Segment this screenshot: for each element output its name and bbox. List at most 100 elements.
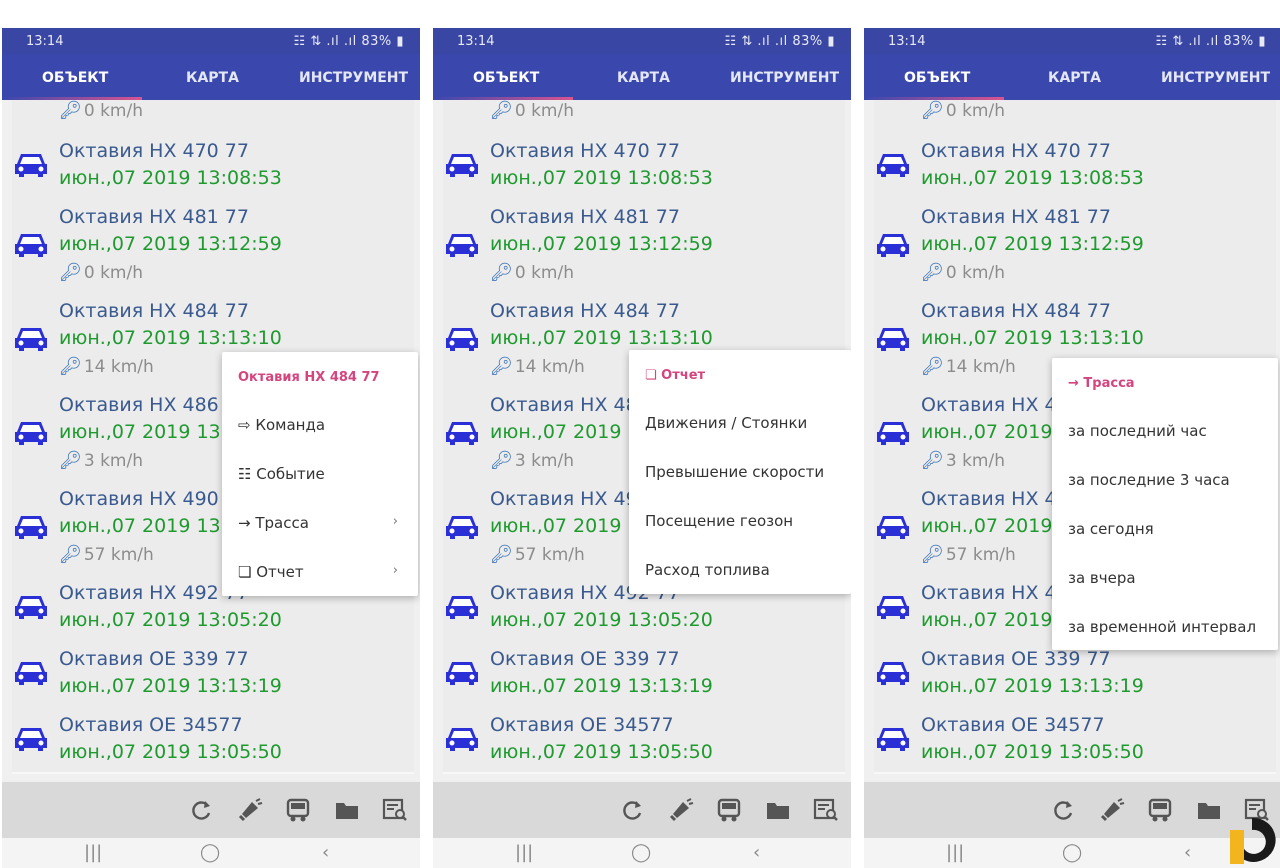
list-item[interactable]: 🔑︎ 0 km/h [874, 100, 1276, 134]
tab-tools[interactable]: ИНСТРУМЕНТ [1161, 70, 1270, 86]
menu-item-last-hour[interactable]: за последний час [1068, 422, 1207, 440]
folder-icon[interactable] [334, 798, 360, 822]
car-icon [446, 154, 478, 177]
list-item[interactable]: Октавия ОЕ 34577 июн.,07 2019 13:05:50 [874, 706, 1276, 774]
key-icon: 🔑︎ [490, 544, 513, 565]
menu-item-report[interactable]: ❏ Отчет [238, 563, 304, 581]
phone-screen-3: 13:14 ☷ ⇅ .ıl .ıl 83% ▮ ОБЪЕКТ КАРТА ИНС… [864, 28, 1280, 868]
tab-object[interactable]: ОБЪЕКТ [904, 70, 970, 86]
context-menu: Октавия НХ 484 77 ⇨ Команда ☷ Событие → … [222, 352, 418, 596]
list-item[interactable]: Октавия НХ 481 77 июн.,07 2019 13:12:59 … [443, 198, 845, 294]
list-item[interactable]: Октавия НХ 481 77 июн.,07 2019 13:12:59 … [874, 198, 1276, 294]
menu-item-command[interactable]: ⇨ Команда [238, 416, 325, 434]
home-button[interactable]: ◯ [631, 842, 651, 863]
home-button[interactable]: ◯ [1062, 842, 1082, 863]
vehicle-name: Октавия ОЕ 339 77 [59, 648, 249, 670]
key-icon: 🔑︎ [921, 262, 944, 283]
car-icon [15, 662, 47, 685]
vehicle-speed: 🔑︎ 57 km/h [59, 544, 154, 565]
refresh-icon[interactable] [188, 798, 214, 822]
back-button[interactable]: ‹ [1184, 842, 1191, 863]
refresh-icon[interactable] [1050, 798, 1076, 822]
list-item[interactable]: Октавия ОЕ 339 77 июн.,07 2019 13:13:19 [443, 640, 845, 708]
vehicle-icon[interactable] [285, 798, 311, 822]
list-item[interactable]: 🔑︎ 0 km/h [443, 100, 845, 134]
tab-bar: ОБЪЕКТ КАРТА ИНСТРУМЕНТ [2, 54, 420, 100]
folder-icon[interactable] [1196, 798, 1222, 822]
vehicle-timestamp: июн.,07 2019 13:13:19 [490, 675, 713, 697]
menu-item-movements-stops[interactable]: Движения / Стоянки [645, 414, 807, 432]
alarm-icon[interactable] [237, 798, 263, 822]
tab-map[interactable]: КАРТА [1048, 70, 1101, 86]
vehicle-speed: 🔑︎ 14 km/h [921, 356, 1016, 377]
key-icon: 🔑︎ [490, 262, 513, 283]
vehicle-timestamp: июн.,07 2019 13:05:50 [59, 741, 282, 763]
vehicle-icon[interactable] [716, 798, 742, 822]
menu-item-event[interactable]: ☷ Событие [238, 465, 325, 483]
back-button[interactable]: ‹ [753, 842, 760, 863]
menu-title: Октавия НХ 484 77 [238, 370, 380, 385]
system-nav-bar: ||| ◯ ‹ [2, 838, 420, 868]
list-item[interactable]: Октавия НХ 470 77 июн.,07 2019 13:08:53 [874, 132, 1276, 200]
list-item[interactable]: Октавия ОЕ 339 77 июн.,07 2019 13:13:19 [12, 640, 414, 708]
status-bar: 13:14 ☷ ⇅ .ıl .ıl 83% ▮ [2, 28, 420, 54]
bottom-toolbar [864, 782, 1280, 838]
car-icon [877, 662, 909, 685]
list-item[interactable]: Октавия НХ 470 77 июн.,07 2019 13:08:53 [12, 132, 414, 200]
tab-tools[interactable]: ИНСТРУМЕНТ [730, 70, 839, 86]
menu-item-fuel-consumption[interactable]: Расход топлива [645, 561, 770, 579]
list-item[interactable]: Октавия ОЕ 34577 июн.,07 2019 13:05:50 [12, 706, 414, 774]
list-item[interactable]: Октавия ОЕ 339 77 июн.,07 2019 13:13:19 [874, 640, 1276, 708]
list-item[interactable]: Октавия НХ 481 77 июн.,07 2019 13:12:59 … [12, 198, 414, 294]
alarm-icon[interactable] [668, 798, 694, 822]
report-search-icon[interactable] [382, 798, 408, 822]
tab-tools[interactable]: ИНСТРУМЕНТ [299, 70, 408, 86]
menu-item-track[interactable]: → Трасса [238, 514, 309, 532]
vehicle-speed: 🔑︎ 3 km/h [59, 450, 143, 471]
vehicle-speed: 🔑︎ 14 km/h [59, 356, 154, 377]
menu-item-last-3-hours[interactable]: за последние 3 часа [1068, 471, 1230, 489]
key-icon: 🔑︎ [921, 450, 944, 471]
menu-item-yesterday[interactable]: за вчера [1068, 569, 1136, 587]
recent-apps-button[interactable]: ||| [84, 842, 102, 863]
car-icon [15, 234, 47, 257]
system-nav-bar: ||| ◯ ‹ [433, 838, 851, 868]
list-item[interactable]: Октавия ОЕ 34577 июн.,07 2019 13:05:50 [443, 706, 845, 774]
refresh-icon[interactable] [619, 798, 645, 822]
home-button[interactable]: ◯ [200, 842, 220, 863]
vehicle-timestamp: июн.,07 2019 13:13:10 [921, 327, 1144, 349]
folder-icon[interactable] [765, 798, 791, 822]
vehicle-speed: 🔑︎ 3 km/h [490, 450, 574, 471]
tab-bar: ОБЪЕКТ КАРТА ИНСТРУМЕНТ [864, 54, 1280, 100]
menu-item-geofence-visits[interactable]: Посещение геозон [645, 512, 793, 530]
vehicle-name: Октавия НХ 484 77 [490, 300, 680, 322]
car-icon [446, 234, 478, 257]
tab-map[interactable]: КАРТА [186, 70, 239, 86]
recent-apps-button[interactable]: ||| [515, 842, 533, 863]
status-icons: ☷ ⇅ .ıl .ıl 83% ▮ [1155, 34, 1266, 49]
car-icon [877, 516, 909, 539]
vehicle-name: Октавия ОЕ 339 77 [921, 648, 1111, 670]
back-button[interactable]: ‹ [322, 842, 329, 863]
menu-item-speeding[interactable]: Превышение скорости [645, 463, 824, 481]
vehicle-speed: 🔑︎ 57 km/h [921, 544, 1016, 565]
vehicle-name: Октавия НХ 492 77 [59, 582, 249, 604]
menu-item-today[interactable]: за сегодня [1068, 520, 1154, 538]
vehicle-icon[interactable] [1147, 798, 1173, 822]
recent-apps-button[interactable]: ||| [946, 842, 964, 863]
alarm-icon[interactable] [1099, 798, 1125, 822]
tab-object[interactable]: ОБЪЕКТ [42, 70, 108, 86]
car-icon [877, 234, 909, 257]
list-item[interactable]: Октавия НХ 470 77 июн.,07 2019 13:08:53 [443, 132, 845, 200]
vehicle-timestamp: июн.,07 2019 13:13:10 [59, 327, 282, 349]
car-icon [15, 728, 47, 751]
vehicle-speed: 🔑︎ 0 km/h [921, 262, 1005, 283]
tab-object[interactable]: ОБЪЕКТ [473, 70, 539, 86]
vehicle-timestamp: июн.,07 2019 13:08:53 [921, 167, 1144, 189]
tab-map[interactable]: КАРТА [617, 70, 670, 86]
list-item[interactable]: 🔑︎ 0 km/h [12, 100, 414, 134]
menu-item-time-interval[interactable]: за временной интервал [1068, 618, 1256, 636]
chevron-right-icon: › [392, 514, 398, 529]
report-search-icon[interactable] [813, 798, 839, 822]
car-icon [446, 596, 478, 619]
